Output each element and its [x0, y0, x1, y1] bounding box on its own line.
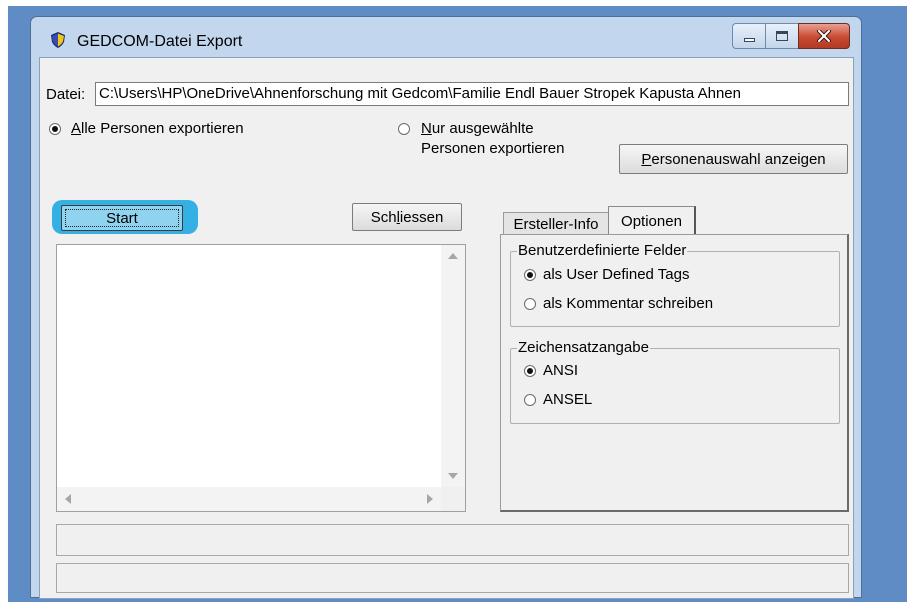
vertical-scrollbar[interactable]	[441, 245, 465, 487]
focus-rectangle	[65, 209, 179, 227]
file-path-input[interactable]: C:\Users\HP\OneDrive\Ahnenforschung mit …	[95, 82, 849, 106]
file-label: Datei:	[46, 86, 86, 103]
show-person-selection-label: Personenauswahl anzeigen	[641, 150, 826, 168]
dialog-client-area: Datei: C:\Users\HP\OneDrive\Ahnenforschu…	[39, 57, 854, 599]
close-window-button[interactable]	[798, 23, 850, 49]
radio-selected-persons-label-line2: Personen exportieren	[421, 140, 565, 157]
shield-icon	[51, 32, 65, 48]
radio-selected-persons-indicator[interactable]	[398, 123, 410, 135]
start-button[interactable]: Start	[61, 205, 183, 231]
radio-selected-persons-label-line1: Nur ausgewählte	[421, 120, 534, 137]
export-log-listbox[interactable]	[56, 244, 466, 512]
close-dialog-label: Schliessen	[370, 208, 444, 226]
radio-ansi[interactable]: ANSI	[521, 362, 821, 384]
radio-user-defined-tags-indicator[interactable]	[524, 269, 536, 281]
close-dialog-button[interactable]: Schliessen	[352, 203, 462, 231]
radio-all-persons-indicator[interactable]	[49, 123, 61, 135]
tab-optionen[interactable]: Optionen	[608, 206, 696, 236]
radio-user-defined-tags-label: als User Defined Tags	[543, 266, 690, 283]
window-title: GEDCOM-Datei Export	[77, 33, 243, 50]
scroll-down-arrow-icon[interactable]	[448, 473, 458, 479]
custom-fields-group: Benutzerdefinierte Felder als User Defin…	[510, 242, 840, 327]
radio-user-defined-tags[interactable]: als User Defined Tags	[521, 266, 821, 288]
scroll-right-arrow-icon[interactable]	[427, 494, 433, 504]
radio-all-persons-label: Alle Personen exportieren	[71, 120, 244, 137]
options-tab-panel: Benutzerdefinierte Felder als User Defin…	[500, 234, 849, 512]
scrollbar-corner	[441, 487, 465, 511]
radio-ansel-indicator[interactable]	[524, 394, 536, 406]
radio-ansel-label: ANSEL	[543, 391, 593, 408]
radio-comment[interactable]: als Kommentar schreiben	[521, 295, 821, 317]
radio-all-persons[interactable]: Alle Personen exportieren	[46, 120, 306, 142]
scroll-left-arrow-icon[interactable]	[65, 494, 71, 504]
tab-ersteller-info-label: Ersteller-Info	[513, 216, 599, 233]
close-icon	[817, 30, 831, 42]
maximize-button[interactable]	[765, 23, 798, 49]
minimize-button[interactable]	[732, 23, 765, 49]
horizontal-scrollbar[interactable]	[57, 487, 441, 511]
charset-group-title: Zeichensatzangabe	[517, 339, 650, 356]
custom-fields-group-title: Benutzerdefinierte Felder	[517, 242, 688, 259]
show-person-selection-button[interactable]: Personenauswahl anzeigen	[619, 144, 848, 174]
scroll-up-arrow-icon[interactable]	[448, 253, 458, 259]
radio-ansel[interactable]: ANSEL	[521, 391, 821, 413]
radio-ansi-label: ANSI	[543, 362, 579, 379]
radio-selected-persons[interactable]: Nur ausgewählte Personen exportieren	[395, 120, 595, 164]
minimize-icon	[743, 38, 755, 42]
charset-group: Zeichensatzangabe ANSI ANSEL	[510, 339, 840, 424]
progress-bar	[56, 524, 849, 556]
tab-optionen-label: Optionen	[621, 213, 682, 230]
radio-comment-indicator[interactable]	[524, 298, 536, 310]
tab-ersteller-info[interactable]: Ersteller-Info	[503, 212, 609, 236]
caption-buttons	[732, 23, 850, 49]
status-bar	[56, 563, 849, 593]
maximize-icon	[776, 31, 788, 41]
radio-ansi-indicator[interactable]	[524, 365, 536, 377]
radio-comment-label: als Kommentar schreiben	[543, 295, 714, 312]
export-window: GEDCOM-Datei Export Datei: C:\Users\HP\O…	[30, 16, 862, 599]
title-bar[interactable]: GEDCOM-Datei Export	[31, 17, 861, 57]
